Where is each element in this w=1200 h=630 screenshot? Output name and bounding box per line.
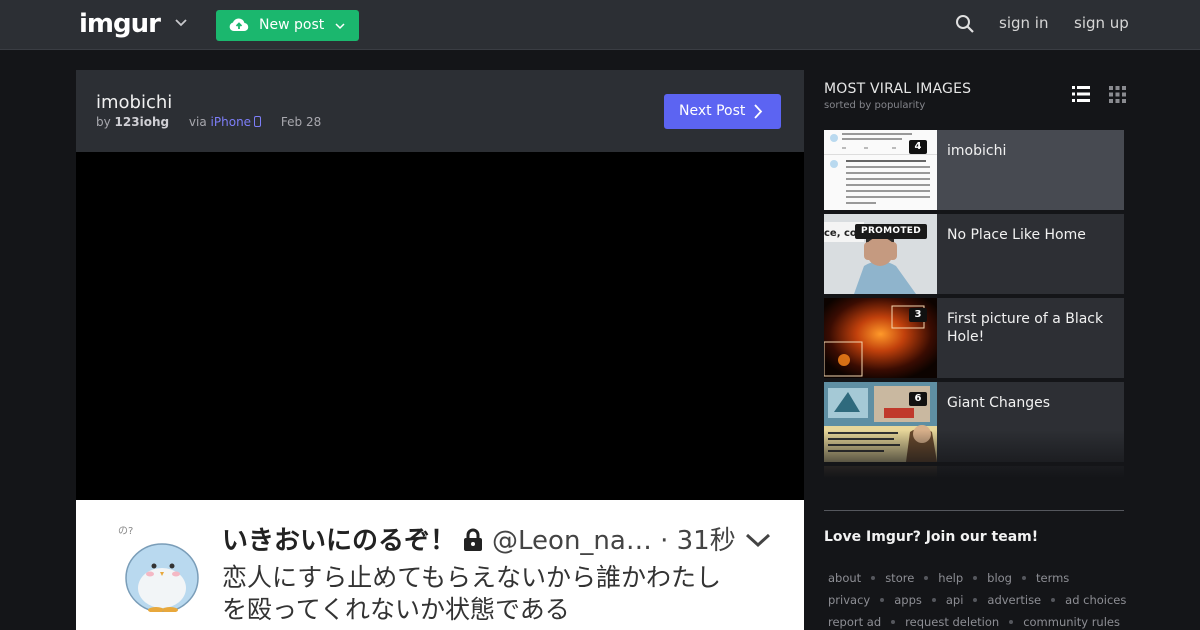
- separator-dot: [973, 598, 978, 602]
- separator-dot: [891, 620, 896, 624]
- footer-link-advertise[interactable]: advertise: [987, 593, 1041, 607]
- tweet-handle: @Leon_na… · 31秒: [492, 526, 736, 556]
- phone-icon: [254, 116, 262, 127]
- separator-dot: [931, 598, 936, 602]
- footer-link-apps[interactable]: apps: [894, 593, 922, 607]
- via-device-link[interactable]: iPhone: [211, 115, 252, 129]
- new-post-button[interactable]: New post: [216, 10, 359, 41]
- footer-link-store[interactable]: store: [885, 571, 914, 585]
- list-view-icon[interactable]: [1072, 85, 1090, 103]
- chevron-right-icon: [754, 104, 763, 119]
- separator-dot: [1051, 598, 1056, 602]
- post-date: Feb 28: [280, 115, 322, 129]
- upload-cloud-icon: [229, 18, 249, 32]
- tweet-author-line: いきおいにのるぞ！ @Leon_na… · 31秒: [222, 520, 736, 557]
- list-fade-overlay: [824, 430, 1124, 478]
- footer-row: report ad request deletion community rules: [828, 611, 1128, 630]
- separator-dot: [880, 598, 885, 602]
- post-video-area[interactable]: [76, 152, 804, 500]
- image-count-badge: 4: [909, 140, 927, 154]
- post-title: imobichi: [96, 92, 173, 113]
- tweet-text: 恋人にすら止めてもらえないから誰かわたし を殴ってくれないか状態である: [222, 562, 782, 626]
- post-image[interactable]: の? いきおいにのるぞ！ @Leon_na… · 31秒 恋人にすら止めてもらえ…: [76, 500, 804, 630]
- new-post-label: New post: [259, 17, 325, 33]
- top-navbar: imgur New post sign in sign up: [0, 0, 1200, 50]
- footer-links: about store help blog terms privacy apps api ad…: [828, 567, 1128, 630]
- footer-row: about store help blog terms: [828, 567, 1128, 589]
- footer-link-api[interactable]: api: [946, 593, 964, 607]
- imgur-logo[interactable]: imgur: [79, 9, 161, 39]
- viral-item-title: Giant Changes: [947, 395, 1051, 411]
- tweet-text-line: を殴ってくれないか状態である: [222, 595, 570, 624]
- chevron-down-icon[interactable]: [173, 14, 189, 30]
- viral-item[interactable]: 4 imobichi: [824, 130, 1124, 210]
- footer-row: privacy apps api advertise ad choices: [828, 589, 1128, 611]
- join-team-link[interactable]: Love Imgur? Join our team!: [824, 529, 1038, 545]
- most-viral-heading: MOST VIRAL IMAGES: [824, 81, 972, 97]
- footer-link-community-rules[interactable]: community rules: [1023, 615, 1120, 629]
- svg-text:の?: の?: [118, 526, 133, 537]
- next-post-button[interactable]: Next Post: [664, 94, 781, 129]
- footer-link-blog[interactable]: blog: [987, 571, 1012, 585]
- post-header: imobichi by 123iohg via iPhone Feb 28 Ne…: [76, 70, 804, 152]
- chevron-down-icon: [335, 23, 345, 30]
- footer-link-request-deletion[interactable]: request deletion: [905, 615, 999, 629]
- viral-item-title: imobichi: [947, 143, 1007, 159]
- chevron-down-icon: [745, 533, 771, 548]
- post-meta: by 123iohg via iPhone Feb 28: [96, 115, 321, 129]
- image-count-badge: 3: [909, 308, 927, 322]
- tweet-display-name: いきおいにのるぞ！: [222, 526, 457, 556]
- separator-dot: [871, 576, 876, 580]
- viral-thumbnail: 3: [824, 298, 937, 378]
- separator-dot: [1009, 620, 1014, 624]
- sort-subheading: sorted by popularity: [824, 100, 926, 111]
- viral-item[interactable]: 3 First picture of a Black Hole!: [824, 298, 1124, 378]
- sidebar-divider: [824, 510, 1124, 511]
- separator-dot: [924, 576, 929, 580]
- footer-link-ad-choices[interactable]: ad choices: [1065, 593, 1126, 607]
- footer-link-privacy[interactable]: privacy: [828, 593, 870, 607]
- viral-item-title: First picture of a Black Hole!: [947, 311, 1104, 345]
- viral-item[interactable]: ce, com! PROMOTED No Place Like Home: [824, 214, 1124, 294]
- sign-in-link[interactable]: sign in: [999, 14, 1048, 32]
- author-link[interactable]: 123iohg: [115, 115, 170, 129]
- separator-dot: [973, 576, 978, 580]
- footer-link-report-ad[interactable]: report ad: [828, 615, 881, 629]
- promoted-badge: PROMOTED: [855, 224, 927, 239]
- footer-link-about[interactable]: about: [828, 571, 861, 585]
- search-icon[interactable]: [955, 14, 975, 34]
- viral-thumbnail: ce, com! PROMOTED: [824, 214, 937, 294]
- image-count-badge: 6: [909, 392, 927, 406]
- tweet-text-line: 恋人にすら止めてもらえないから誰かわたし: [222, 563, 722, 592]
- lock-icon: [464, 528, 483, 551]
- via-label: via: [188, 115, 207, 129]
- by-label: by: [96, 115, 111, 129]
- footer-link-terms[interactable]: terms: [1036, 571, 1069, 585]
- next-post-label: Next Post: [679, 103, 746, 119]
- viral-item-title: No Place Like Home: [947, 227, 1086, 243]
- penguin-avatar: の?: [118, 526, 199, 612]
- separator-dot: [1021, 576, 1026, 580]
- viral-thumbnail: 4: [824, 130, 937, 210]
- grid-view-icon[interactable]: [1109, 86, 1126, 103]
- footer-link-help[interactable]: help: [938, 571, 963, 585]
- sign-up-link[interactable]: sign up: [1074, 14, 1129, 32]
